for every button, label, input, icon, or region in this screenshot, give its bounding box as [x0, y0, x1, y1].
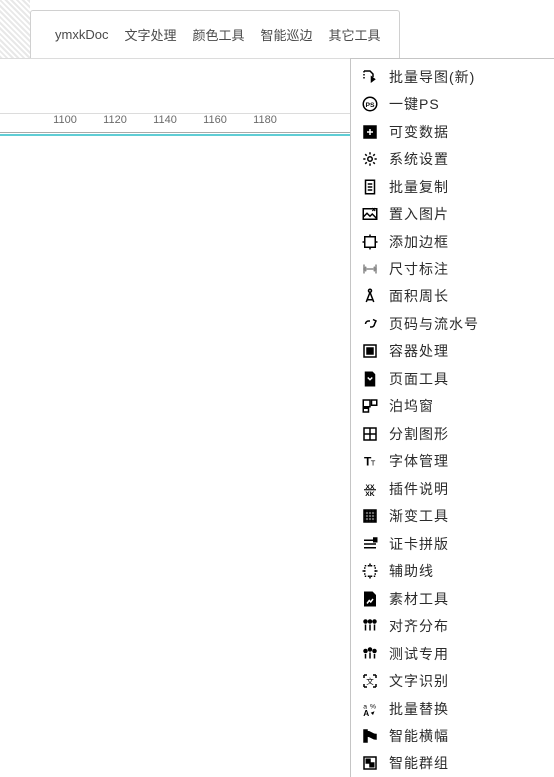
- menu-item-label: 智能横幅: [389, 726, 449, 746]
- menu-item-label: 批量复制: [389, 177, 449, 197]
- border-icon: [359, 231, 381, 253]
- document-icon: [359, 176, 381, 198]
- menu-item-label: 辅助线: [389, 561, 434, 581]
- align-icon: [359, 615, 381, 637]
- dock-icon: [359, 395, 381, 417]
- link-arrow-icon: [359, 313, 381, 335]
- gradient-icon: [359, 505, 381, 527]
- menu-item-page-tools[interactable]: 页面工具: [351, 365, 554, 392]
- banner-icon: [359, 725, 381, 747]
- assets-icon: [359, 588, 381, 610]
- gear-icon: [359, 148, 381, 170]
- ruler-mark: 1180: [253, 114, 277, 126]
- menu-item-card-layout[interactable]: 证卡拼版: [351, 530, 554, 557]
- menu-item-smart-group[interactable]: 智能群组: [351, 750, 554, 777]
- menu-item-label: 分割图形: [389, 424, 449, 444]
- menu-item-gradient[interactable]: 渐变工具: [351, 503, 554, 530]
- plugin-icon: XXXK: [359, 478, 381, 500]
- menu-item-place-image[interactable]: 置入图片: [351, 200, 554, 227]
- menu-item-label: 一键PS: [389, 94, 440, 114]
- ruler-mark: 1120: [103, 114, 127, 126]
- menu-item-label: 测试专用: [389, 644, 449, 664]
- card-icon: [359, 533, 381, 555]
- menu-item-add-border[interactable]: 添加边框: [351, 228, 554, 255]
- menu-item-label: 页面工具: [389, 369, 449, 389]
- menu-item-label: 页码与流水号: [389, 314, 479, 334]
- menu-item-batch-export-new[interactable]: 批量导图(新): [351, 63, 554, 90]
- menu-other-tools[interactable]: 其它工具: [323, 21, 387, 48]
- menu-item-label: 字体管理: [389, 451, 449, 471]
- dimension-icon: [359, 258, 381, 280]
- menu-item-dimension[interactable]: 尺寸标注: [351, 255, 554, 282]
- menu-item-label: 尺寸标注: [389, 259, 449, 279]
- container-icon: [359, 340, 381, 362]
- menu-item-label: 智能群组: [389, 753, 449, 773]
- menu-item-label: 对齐分布: [389, 616, 449, 636]
- menu-item-dock-window[interactable]: 泊坞窗: [351, 393, 554, 420]
- document-tab[interactable]: ymxkDoc 文字处理 颜色工具 智能巡边 其它工具: [30, 10, 400, 58]
- ruler-mark: 1100: [53, 114, 77, 126]
- page-icon: [359, 368, 381, 390]
- menu-item-test-only[interactable]: 测试专用: [351, 640, 554, 667]
- menu-item-assets[interactable]: 素材工具: [351, 585, 554, 612]
- ocr-icon: 文: [359, 670, 381, 692]
- menu-item-label: 系统设置: [389, 149, 449, 169]
- menu-item-label: 批量替换: [389, 699, 449, 719]
- split-icon: [359, 423, 381, 445]
- menu-item-label: 容器处理: [389, 341, 449, 361]
- menu-item-plugin-help[interactable]: XXXK 插件说明: [351, 475, 554, 502]
- menu-item-one-click-ps[interactable]: PS 一键PS: [351, 90, 554, 117]
- menu-item-batch-replace[interactable]: a%A 批量替换: [351, 695, 554, 722]
- menu-smart-edge[interactable]: 智能巡边: [254, 21, 318, 48]
- menu-item-label: 批量导图(新): [389, 67, 475, 87]
- menu-item-label: 添加边框: [389, 232, 449, 252]
- menu-item-label: 证卡拼版: [389, 534, 449, 554]
- menu-item-ocr[interactable]: 文 文字识别: [351, 667, 554, 694]
- compass-icon: [359, 285, 381, 307]
- menu-item-smart-banner[interactable]: 智能横幅: [351, 722, 554, 749]
- menu-color-tools[interactable]: 颜色工具: [186, 21, 250, 48]
- font-icon: TT: [359, 450, 381, 472]
- svg-text:%: %: [370, 703, 376, 710]
- menu-item-label: 插件说明: [389, 479, 449, 499]
- document-tab-bar: ymxkDoc 文字处理 颜色工具 智能巡边 其它工具: [0, 0, 554, 58]
- menu-item-label: 面积周长: [389, 286, 449, 306]
- svg-text:A: A: [363, 708, 369, 717]
- menu-item-split-shape[interactable]: 分割图形: [351, 420, 554, 447]
- replace-icon: a%A: [359, 698, 381, 720]
- menu-item-label: 渐变工具: [389, 506, 449, 526]
- menu-item-area-perimeter[interactable]: 面积周长: [351, 283, 554, 310]
- plus-square-icon: [359, 121, 381, 143]
- menu-text-processing[interactable]: 文字处理: [118, 21, 182, 48]
- svg-text:T: T: [371, 459, 376, 468]
- menu-item-page-number[interactable]: 页码与流水号: [351, 310, 554, 337]
- menu-item-system-settings[interactable]: 系统设置: [351, 145, 554, 172]
- test-icon: [359, 643, 381, 665]
- menu-item-label: 泊坞窗: [389, 396, 434, 416]
- image-place-icon: [359, 203, 381, 225]
- doc-name: ymxkDoc: [49, 23, 114, 46]
- menu-item-guides[interactable]: 辅助线: [351, 557, 554, 584]
- menu-item-align-distribute[interactable]: 对齐分布: [351, 612, 554, 639]
- svg-text:XK: XK: [365, 491, 375, 498]
- menu-item-label: 文字识别: [389, 671, 449, 691]
- menu-item-label: 素材工具: [389, 589, 449, 609]
- ps-circle-icon: PS: [359, 93, 381, 115]
- menu-item-container[interactable]: 容器处理: [351, 338, 554, 365]
- guides-icon: [359, 560, 381, 582]
- group-icon: [359, 752, 381, 774]
- menu-item-font-manage[interactable]: TT 字体管理: [351, 448, 554, 475]
- other-tools-context-menu: 批量导图(新) PS 一键PS 可变数据系统设置批量复制置入图片添加边框尺寸标注面积周…: [350, 58, 554, 777]
- ruler-mark: 1160: [203, 114, 227, 126]
- ruler-mark: 1140: [153, 114, 177, 126]
- svg-text:文: 文: [366, 676, 374, 686]
- svg-text:PS: PS: [365, 102, 375, 109]
- menu-item-label: 可变数据: [389, 122, 449, 142]
- menu-item-batch-copy[interactable]: 批量复制: [351, 173, 554, 200]
- export-new-icon: [359, 66, 381, 88]
- tab-bar-decoration: [0, 0, 30, 58]
- menu-item-variable-data[interactable]: 可变数据: [351, 118, 554, 145]
- menu-item-label: 置入图片: [389, 204, 449, 224]
